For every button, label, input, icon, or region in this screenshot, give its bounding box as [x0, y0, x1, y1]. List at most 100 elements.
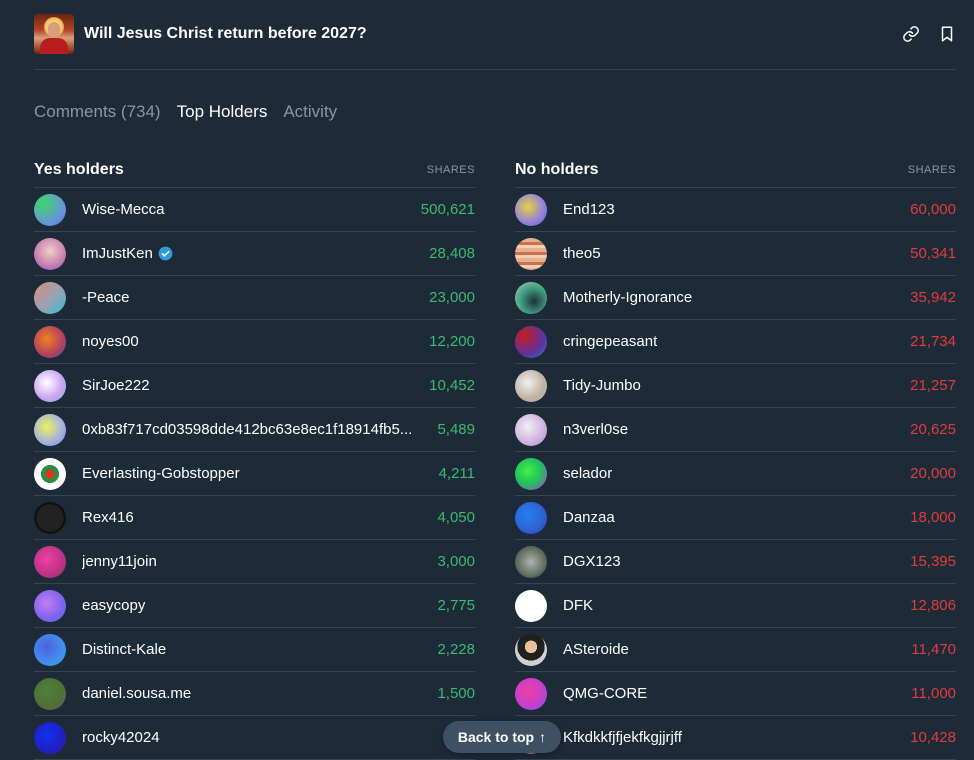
no-holder-row[interactable]: theo5 50,341: [515, 232, 956, 276]
holder-name-text: selador: [563, 465, 613, 482]
yes-holder-row[interactable]: Wise-Mecca 500,621: [34, 188, 475, 232]
holder-name[interactable]: ImJustKen: [82, 245, 173, 262]
holder-name[interactable]: 0xb83f717cd03598dde412bc63e8ec1f18914fb5…: [82, 421, 412, 438]
no-holder-row[interactable]: Motherly-Ignorance 35,942: [515, 276, 956, 320]
yes-holder-row[interactable]: jenny11join 3,000: [34, 540, 475, 584]
arrow-up-icon: ↑: [539, 729, 547, 745]
holder-name[interactable]: Distinct-Kale: [82, 641, 166, 658]
no-holder-row[interactable]: ASteroide 11,470: [515, 628, 956, 672]
no-holders-list: End123 60,000 theo5 50,341 Motherly-Ignoranc…: [515, 188, 956, 760]
yes-holder-row[interactable]: Everlasting-Gobstopper 4,211: [34, 452, 475, 496]
holder-name[interactable]: noyes00: [82, 333, 139, 350]
holder-name-text: Wise-Mecca: [82, 201, 165, 218]
avatar: [34, 369, 66, 402]
no-holder-row[interactable]: n3verl0se 20,625: [515, 408, 956, 452]
holder-name[interactable]: rocky42024: [82, 729, 160, 746]
holder-name-text: n3verl0se: [563, 421, 629, 438]
holder-name-text: Kfkdkkfjfjekfkgjjrjff: [563, 729, 682, 746]
holder-name[interactable]: DFK: [563, 597, 593, 614]
back-to-top-button[interactable]: Back to top ↑: [443, 721, 561, 753]
holder-name[interactable]: Rex416: [82, 509, 134, 526]
yes-holder-row[interactable]: easycopy 2,775: [34, 584, 475, 628]
holder-name[interactable]: Danzaa: [563, 509, 615, 526]
avatar: [34, 193, 66, 226]
avatar: [34, 237, 66, 270]
avatar: [34, 677, 66, 710]
no-holder-row[interactable]: QMG-CORE 11,000: [515, 672, 956, 716]
yes-holder-row[interactable]: 0xb83f717cd03598dde412bc63e8ec1f18914fb5…: [34, 408, 475, 452]
holder-shares: 21,734: [910, 333, 956, 350]
yes-holder-row[interactable]: Rex416 4,050: [34, 496, 475, 540]
holder-name[interactable]: cringepeasant: [563, 333, 657, 350]
holder-name[interactable]: selador: [563, 465, 612, 482]
holder-shares: 2,775: [437, 597, 475, 614]
no-holder-row[interactable]: End123 60,000: [515, 188, 956, 232]
copy-link-button[interactable]: [902, 25, 920, 43]
holder-name[interactable]: n3verl0se: [563, 421, 628, 438]
bookmark-button[interactable]: [938, 25, 956, 43]
holder-name[interactable]: Wise-Mecca: [82, 201, 165, 218]
no-holder-row[interactable]: DGX123 15,395: [515, 540, 956, 584]
holder-name[interactable]: jenny11join: [82, 553, 157, 570]
holder-name-text: Tidy-Jumbo: [563, 377, 641, 394]
holder-shares: 1,500: [437, 685, 475, 702]
tab-activity[interactable]: Activity: [283, 102, 337, 122]
holder-name-text: Motherly-Ignorance: [563, 289, 693, 306]
yes-holder-row[interactable]: -Peace 23,000: [34, 276, 475, 320]
no-holder-row[interactable]: Tidy-Jumbo 21,257: [515, 364, 956, 408]
no-holder-row[interactable]: selador 20,000: [515, 452, 956, 496]
holder-name[interactable]: QMG-CORE: [563, 685, 647, 702]
holder-name-text: easycopy: [82, 597, 146, 614]
holder-name[interactable]: daniel.sousa.me: [82, 685, 191, 702]
yes-holder-row[interactable]: noyes00 12,200: [34, 320, 475, 364]
holder-name-text: Rex416: [82, 509, 134, 526]
holder-shares: 10,452: [429, 377, 475, 394]
no-holder-row[interactable]: Danzaa 18,000: [515, 496, 956, 540]
holder-name[interactable]: easycopy: [82, 597, 145, 614]
avatar: [34, 457, 66, 490]
top-holders-page: Will Jesus Christ return before 2027? Co…: [0, 0, 974, 760]
no-holder-row[interactable]: Kfkdkkfjfjekfkgjjrjff 10,428: [515, 716, 956, 760]
holder-name-text: Danzaa: [563, 509, 615, 526]
holder-name-text: Everlasting-Gobstopper: [82, 465, 240, 482]
holder-name[interactable]: End123: [563, 201, 615, 218]
holder-shares: 18,000: [910, 509, 956, 526]
holder-name[interactable]: Everlasting-Gobstopper: [82, 465, 240, 482]
holder-name[interactable]: SirJoe222: [82, 377, 150, 394]
avatar: [34, 721, 66, 754]
holder-name[interactable]: Tidy-Jumbo: [563, 377, 641, 394]
yes-holder-row[interactable]: Distinct-Kale 2,228: [34, 628, 475, 672]
holder-shares: 4,050: [437, 509, 475, 526]
no-holder-row[interactable]: DFK 12,806: [515, 584, 956, 628]
link-icon: [903, 26, 919, 42]
tab-comments[interactable]: Comments (734): [34, 102, 161, 122]
holder-shares: 4,211: [438, 465, 475, 482]
holder-name[interactable]: -Peace: [82, 289, 130, 306]
yes-holders-header: Yes holders SHARES: [34, 152, 475, 188]
yes-holder-row[interactable]: rocky420241: [34, 716, 475, 760]
avatar: [34, 501, 66, 534]
holder-name-text: jenny11join: [82, 553, 157, 570]
tab-top-holders[interactable]: Top Holders: [177, 102, 268, 122]
avatar: [515, 677, 547, 710]
holder-shares: 20,625: [910, 421, 956, 438]
holder-name[interactable]: ASteroide: [563, 641, 629, 658]
market-thumbnail: [34, 14, 74, 54]
holder-name-text: DFK: [563, 597, 593, 614]
avatar: [515, 589, 547, 622]
yes-holder-row[interactable]: daniel.sousa.me 1,500: [34, 672, 475, 716]
no-holders-column: No holders SHARES End123 60,000 theo5 50,34…: [515, 152, 956, 760]
holder-name[interactable]: theo5: [563, 245, 601, 262]
yes-holder-row[interactable]: SirJoe222 10,452: [34, 364, 475, 408]
yes-holders-list: Wise-Mecca 500,621 ImJustKen 28,408 -Peace 23…: [34, 188, 475, 760]
yes-holder-row[interactable]: ImJustKen 28,408: [34, 232, 475, 276]
holder-name[interactable]: DGX123: [563, 553, 621, 570]
no-holder-row[interactable]: cringepeasant 21,734: [515, 320, 956, 364]
avatar: [34, 589, 66, 622]
holder-shares: 60,000: [910, 201, 956, 218]
holder-name[interactable]: Kfkdkkfjfjekfkgjjrjff: [563, 729, 682, 746]
header-actions: [902, 25, 956, 43]
holder-name[interactable]: Motherly-Ignorance: [563, 289, 692, 306]
avatar: [515, 369, 547, 402]
holder-name-text: theo5: [563, 245, 601, 262]
